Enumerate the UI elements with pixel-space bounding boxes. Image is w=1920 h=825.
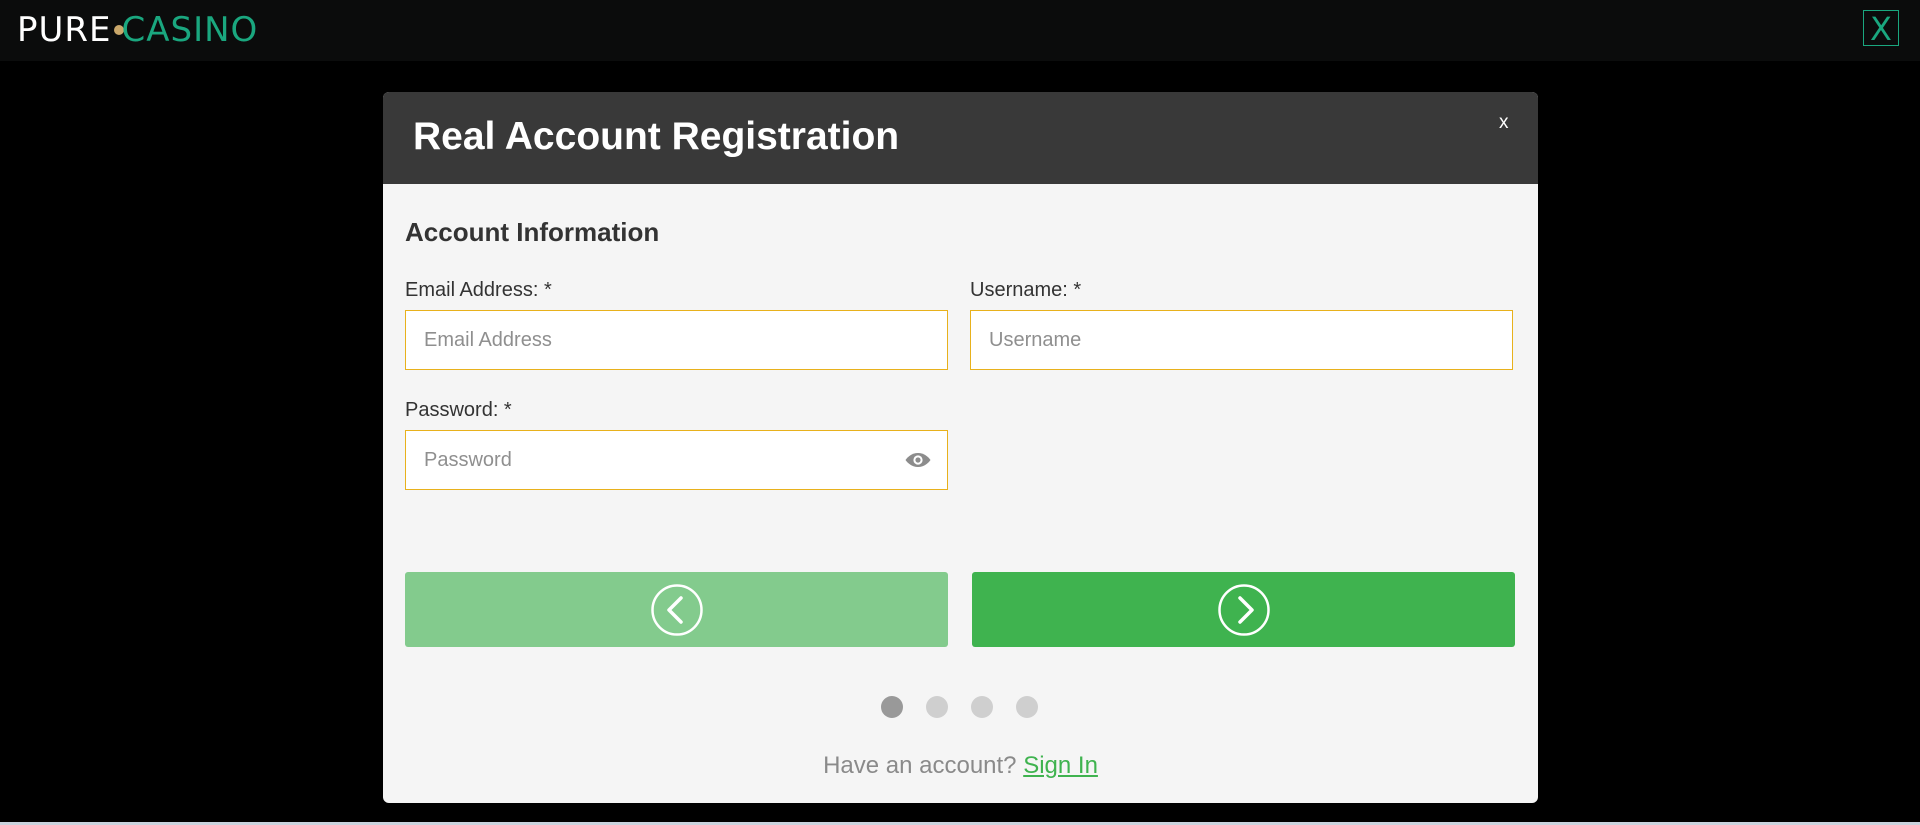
- email-field[interactable]: [405, 310, 948, 370]
- next-step-button[interactable]: [972, 572, 1515, 647]
- username-field[interactable]: [970, 310, 1513, 370]
- logo-text-casino: CASINO: [121, 10, 259, 50]
- section-title: Account Information: [405, 217, 660, 247]
- modal-close-button[interactable]: x: [1499, 112, 1509, 134]
- step-indicator: [881, 696, 1038, 718]
- password-field[interactable]: [405, 430, 948, 490]
- email-label: Email Address: *: [405, 279, 552, 301]
- chevron-left-circle-icon: [651, 584, 703, 636]
- top-bar: PURE CASINO X: [0, 0, 1920, 61]
- logo-text-pure: PURE: [17, 10, 112, 50]
- sign-in-link[interactable]: Sign In: [1023, 752, 1098, 779]
- previous-step-button[interactable]: [405, 572, 948, 647]
- pure-casino-logo[interactable]: PURE CASINO: [17, 10, 258, 50]
- modal-header: Real Account Registration x: [383, 92, 1538, 184]
- chevron-right-circle-icon: [1218, 584, 1270, 636]
- close-window-button[interactable]: X: [1863, 10, 1899, 47]
- password-label: Password: *: [405, 399, 512, 421]
- username-label: Username: *: [970, 279, 1082, 301]
- registration-modal: Real Account Registration x Account Info…: [383, 92, 1538, 803]
- step-dot-2: [926, 696, 948, 718]
- step-dot-4: [1016, 696, 1038, 718]
- signin-prompt: Have an account? Sign In: [383, 752, 1538, 780]
- signin-prompt-text: Have an account?: [823, 752, 1017, 779]
- step-dot-3: [971, 696, 993, 718]
- step-dot-1: [881, 696, 903, 718]
- modal-title: Real Account Registration: [413, 115, 900, 158]
- eye-icon[interactable]: [904, 450, 932, 470]
